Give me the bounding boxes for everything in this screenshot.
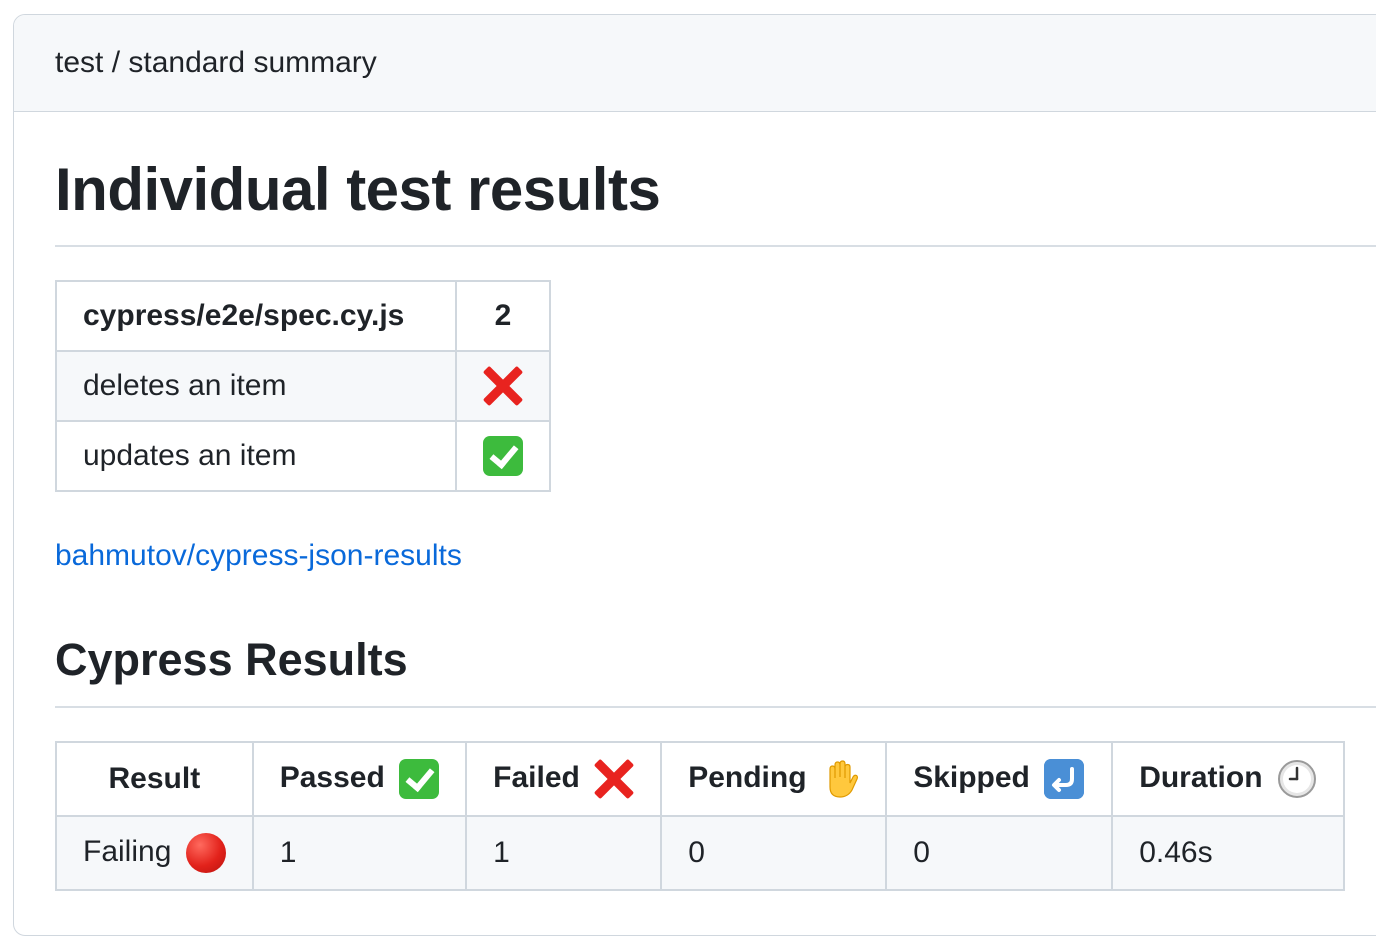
- failed-header: Failed: [465, 741, 663, 817]
- duration-cell: 0.46s: [1111, 815, 1346, 891]
- spec-test-count: 2: [455, 280, 551, 352]
- skipped-cell: 0: [885, 815, 1114, 891]
- clock-icon: [1277, 760, 1316, 798]
- panel-title: test / standard summary: [55, 46, 377, 79]
- table-row: updates an item: [55, 420, 551, 492]
- title-divider: [55, 245, 1376, 247]
- test-status: [455, 350, 551, 422]
- repo-link[interactable]: bahmutov/cypress-json-results: [55, 539, 462, 573]
- spec-results-table: cypress/e2e/spec.cy.js 2 deletes an item…: [55, 280, 551, 492]
- passed-header: Passed: [251, 741, 468, 817]
- result-header: Result: [55, 741, 254, 817]
- result-cell: Failing: [55, 815, 254, 891]
- results-title: Cypress Results: [55, 634, 408, 685]
- red-circle-icon: [185, 833, 226, 873]
- result-value: Failing: [83, 834, 172, 868]
- pending-header: Pending: [660, 741, 888, 817]
- pending-cell: 0: [660, 815, 888, 891]
- failed-cell: 1: [465, 815, 663, 891]
- check-mark-icon: [399, 759, 440, 799]
- table-row: deletes an item: [55, 350, 551, 422]
- skipped-header-label: Skipped: [913, 760, 1030, 794]
- table-row: Failing 1 1 0 0 0.46s: [55, 815, 1346, 891]
- skipped-header: Skipped: [885, 741, 1114, 817]
- cross-mark-icon: [483, 366, 523, 406]
- test-status: [455, 420, 551, 492]
- page-title: Individual test results: [55, 156, 661, 223]
- return-arrow-icon: [1044, 759, 1085, 799]
- duration-header-label: Duration: [1139, 760, 1263, 794]
- raised-hand-icon: [829, 760, 858, 798]
- pending-header-label: Pending: [688, 760, 807, 794]
- summary-panel: test / standard summary Individual test …: [13, 14, 1376, 936]
- duration-header: Duration: [1111, 741, 1346, 817]
- spec-file-name: cypress/e2e/spec.cy.js: [55, 280, 457, 352]
- test-name: deletes an item: [55, 350, 457, 422]
- panel-header: test / standard summary: [14, 15, 1376, 112]
- results-divider: [55, 706, 1376, 708]
- passed-header-label: Passed: [279, 760, 385, 794]
- spec-header-row: cypress/e2e/spec.cy.js 2: [55, 280, 551, 352]
- result-header-label: Result: [108, 762, 201, 795]
- check-mark-icon: [483, 436, 523, 476]
- failed-header-label: Failed: [493, 760, 580, 794]
- cross-mark-icon: [594, 759, 634, 799]
- cypress-results-table: Result Passed Failed Pending Skipped Dur…: [55, 741, 1346, 891]
- test-name: updates an item: [55, 420, 457, 492]
- passed-cell: 1: [251, 815, 468, 891]
- results-header-row: Result Passed Failed Pending Skipped Dur…: [55, 741, 1346, 817]
